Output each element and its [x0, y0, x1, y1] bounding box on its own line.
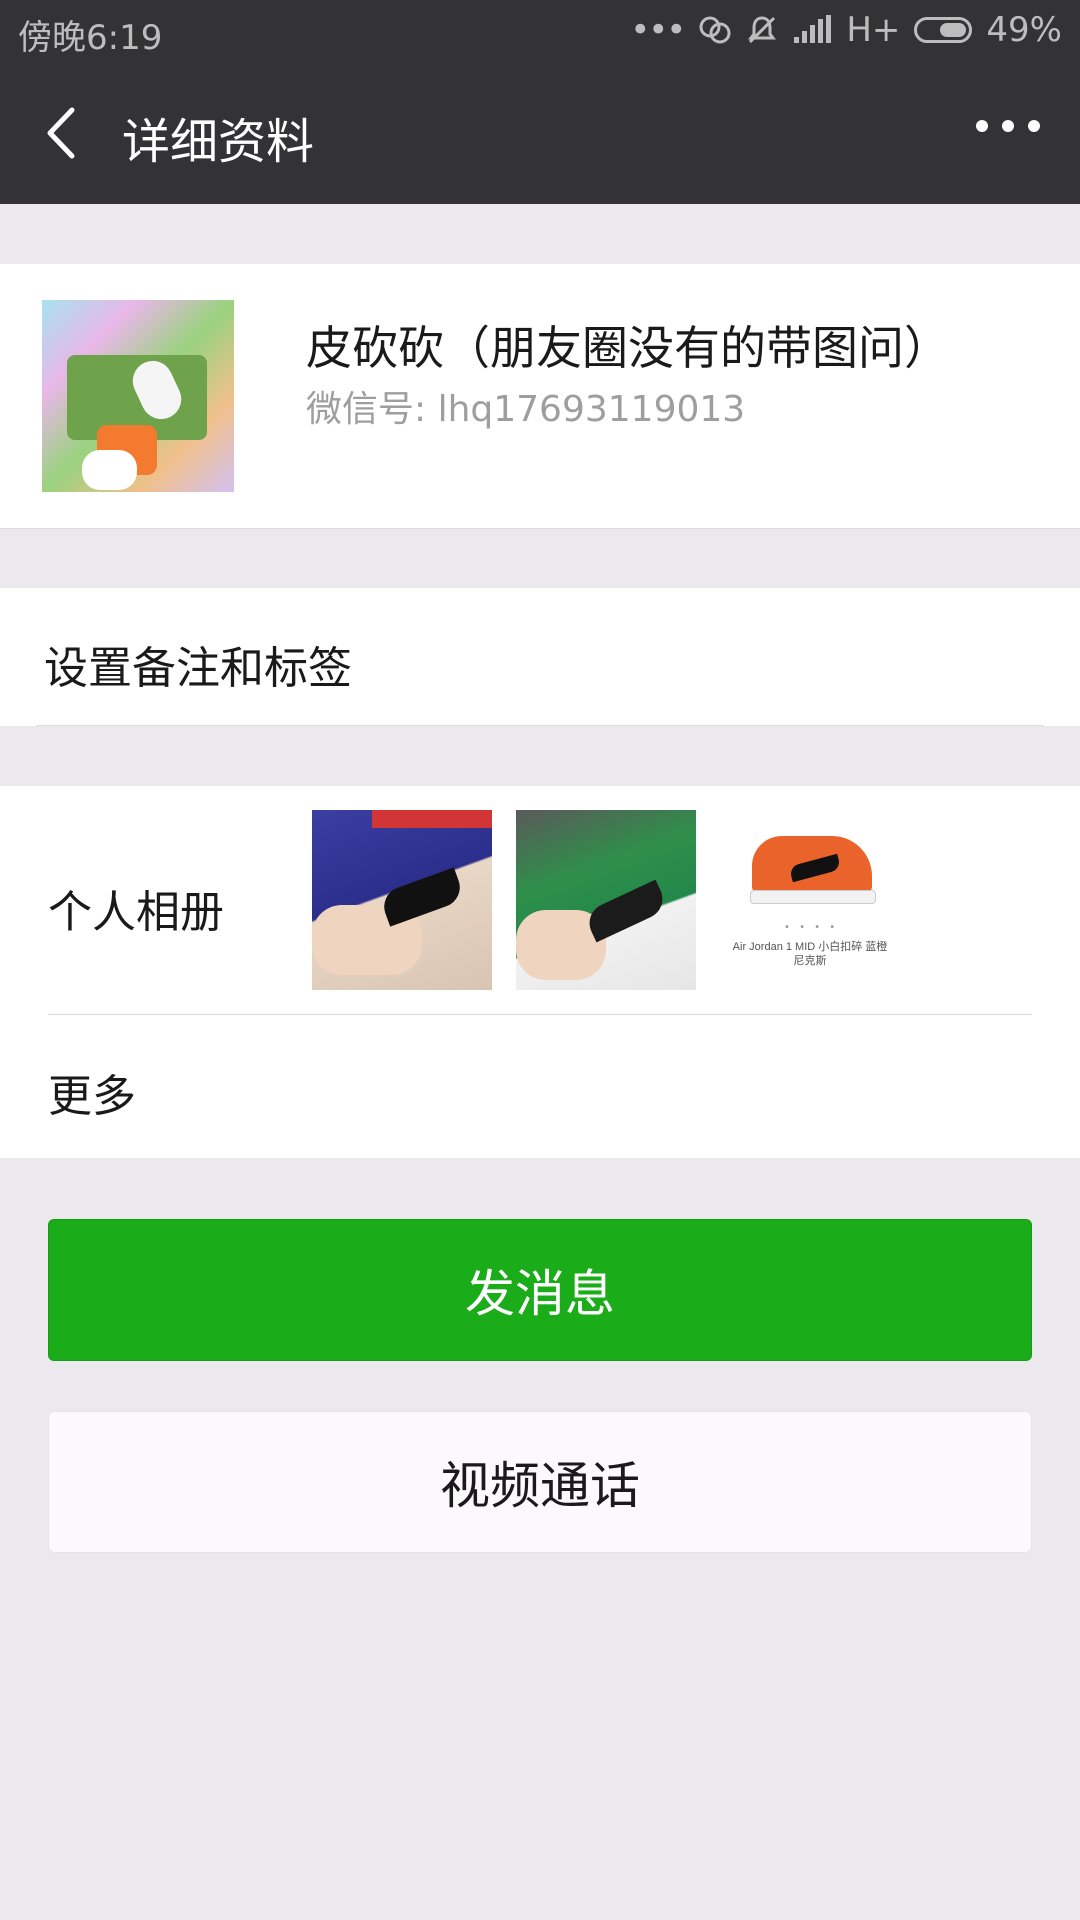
- profile-card: 皮砍砍（朋友圈没有的带图问） 微信号: lhq17693119013: [0, 264, 1080, 529]
- back-chevron-icon[interactable]: [40, 100, 90, 166]
- avatar[interactable]: [42, 300, 234, 492]
- network-type: H+: [846, 10, 901, 50]
- video-call-button[interactable]: 视频通话: [48, 1411, 1032, 1553]
- album-thumb-3-caption: Air Jordan 1 MID 小白扣碎 蓝橙尼克斯: [732, 941, 888, 967]
- signal-icon: [794, 15, 832, 43]
- album-label[interactable]: 个人相册: [48, 876, 224, 940]
- album-section: 个人相册 • • • • Air Jordan 1 MID 小白扣碎 蓝橙尼克斯…: [0, 786, 1080, 1158]
- remark-row[interactable]: 设置备注和标签: [0, 588, 1080, 726]
- remark-label: 设置备注和标签: [44, 643, 352, 694]
- album-thumb-1[interactable]: [312, 810, 492, 990]
- album-thumb-3[interactable]: • • • • Air Jordan 1 MID 小白扣碎 蓝橙尼克斯: [720, 810, 900, 990]
- mute-bell-icon: [748, 16, 777, 44]
- page-title: 详细资料: [122, 114, 315, 170]
- divider: [48, 1014, 1032, 1015]
- notification-dots-icon: •••: [630, 10, 686, 50]
- nav-header: 详细资料: [0, 62, 1080, 204]
- send-message-button[interactable]: 发消息: [48, 1219, 1032, 1361]
- status-time: 傍晚6:19: [18, 18, 163, 58]
- album-thumb-2[interactable]: [516, 810, 696, 990]
- status-icons: ••• H+ 49%: [630, 10, 1062, 50]
- divider: [36, 725, 1044, 726]
- battery-percent: 49%: [986, 10, 1062, 50]
- more-row[interactable]: 更多: [48, 1060, 136, 1124]
- more-dots-icon[interactable]: [976, 120, 1040, 132]
- status-bar: 傍晚6:19 ••• H+ 49%: [0, 0, 1080, 62]
- battery-icon: [914, 17, 973, 43]
- wechat-id: 微信号: lhq17693119013: [306, 389, 746, 430]
- profile-name: 皮砍砍（朋友圈没有的带图问）: [306, 321, 950, 375]
- wechat-bubble-icon: [699, 16, 731, 44]
